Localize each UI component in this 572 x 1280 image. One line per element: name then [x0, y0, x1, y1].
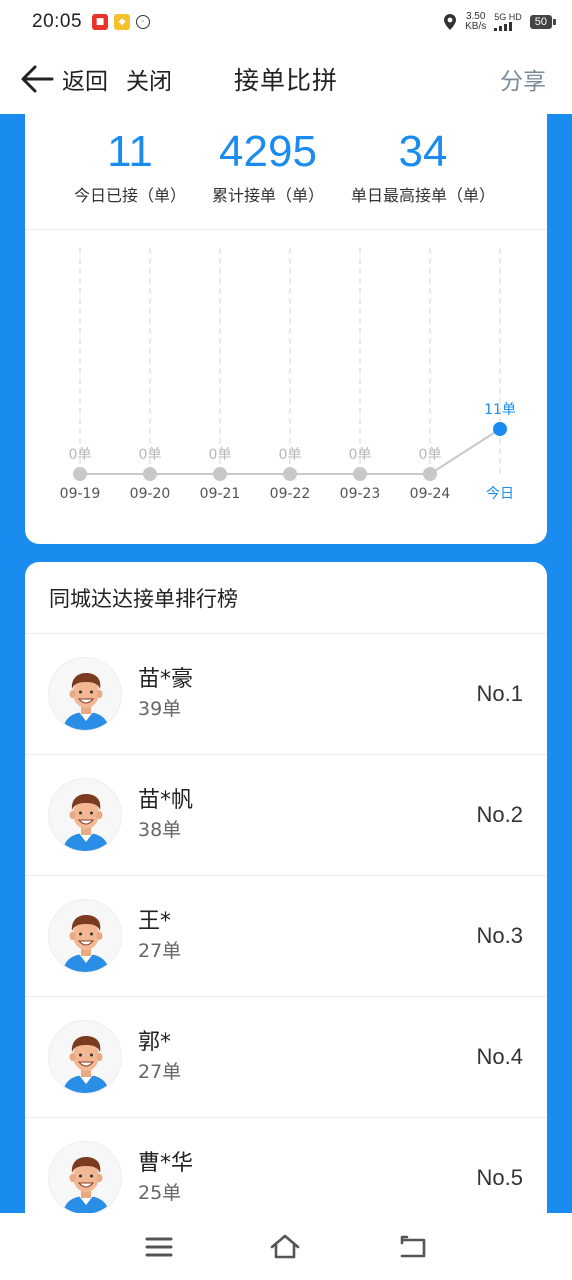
chart-tick-label: 09-20	[130, 486, 171, 502]
back-button[interactable]: 返回	[20, 62, 108, 96]
stat-max-label: 单日最高接单（单）	[350, 186, 495, 205]
back-nav-icon[interactable]	[397, 1231, 429, 1263]
stat-today-label: 今日已接（单）	[73, 186, 186, 205]
ranking-list: 苗*豪 39单 No.1 苗*帆 38单 No.2 王* 27单 No.3 郭*…	[25, 634, 547, 1239]
battery-icon: 50	[529, 15, 557, 29]
chart-point	[353, 467, 367, 481]
rank-name: 曹*华	[138, 1151, 194, 1176]
chart-point	[493, 422, 507, 436]
chart-tick-label: 09-23	[340, 486, 381, 502]
chart-tick-label: 今日	[486, 486, 514, 502]
location-icon	[444, 14, 457, 30]
rank-count: 27单	[138, 940, 182, 962]
share-button[interactable]: 分享	[500, 62, 546, 96]
ranking-row: 苗*豪 39单 No.1	[25, 634, 547, 755]
home-icon[interactable]	[269, 1231, 301, 1263]
ranking-row: 苗*帆 38单 No.2	[25, 755, 547, 876]
ranking-card: 同城达达接单排行榜 苗*豪 39单 No.1 苗*帆 38单 No.2 王* 2…	[25, 562, 547, 1262]
rank-position: No.2	[476, 802, 523, 827]
stat-max-value: 34	[398, 127, 448, 176]
rank-position: No.3	[476, 923, 523, 948]
stats-card: 11 今日已接（单） 4295 累计接单（单） 34 单日最高接单（单） 0单 0…	[25, 114, 547, 544]
rank-position: No.4	[476, 1044, 523, 1069]
rank-name: 郭*	[138, 1030, 172, 1055]
stat-max: 34 单日最高接单（单）	[333, 124, 513, 206]
back-label: 返回	[62, 69, 108, 95]
chart-data-label: 0单	[349, 447, 372, 463]
stat-total-label: 累计接单（单）	[211, 186, 324, 205]
chart-point	[143, 467, 157, 481]
chart-data-label: 0单	[279, 447, 302, 463]
stat-today: 11 今日已接（单）	[55, 124, 205, 206]
ranking-row: 郭* 27单 No.4	[25, 997, 547, 1118]
rank-info: 郭* 27单	[138, 1028, 181, 1086]
rank-position: No.1	[476, 681, 523, 706]
nav-bar: 返回 关闭 接单比拼 分享	[0, 44, 572, 114]
rank-count: 25单	[138, 1182, 182, 1204]
chart-point	[283, 467, 297, 481]
back-arrow-icon	[21, 65, 54, 93]
delivery-app-icon: ◆	[114, 14, 131, 30]
rank-info: 曹*华 25单	[138, 1149, 193, 1207]
vpn-icon: ·	[136, 15, 151, 29]
network-type: 5G HD	[494, 12, 522, 22]
status-app-icons: ■ ◆ ·	[92, 14, 151, 30]
avatar	[48, 899, 122, 973]
ranking-row: 王* 27单 No.3	[25, 876, 547, 997]
avatar	[48, 657, 122, 731]
ranking-title: 同城达达接单排行榜	[25, 562, 547, 634]
rank-name: 王*	[138, 909, 172, 934]
rank-name: 苗*豪	[138, 667, 194, 692]
avatar	[48, 1020, 122, 1094]
signal: 5G HD	[494, 13, 522, 31]
app-notification-icon: ■	[92, 14, 109, 30]
chart-data-label: 0单	[69, 447, 92, 463]
rank-count: 27单	[138, 1061, 182, 1083]
chart-tick-label: 09-21	[200, 486, 241, 502]
status-right: 3.50 KB/s 5G HD 50	[443, 12, 557, 32]
chart-point	[213, 467, 227, 481]
chart-data-label: 0单	[419, 447, 442, 463]
stat-today-value: 11	[107, 127, 153, 176]
avatar	[48, 1141, 122, 1215]
speed-unit: KB/s	[465, 21, 487, 32]
stat-total: 4295 累计接单（单）	[193, 124, 343, 206]
chart-tick-label: 09-19	[60, 486, 101, 502]
stat-total-value: 4295	[219, 127, 317, 176]
network-speed: 3.50 KB/s	[465, 12, 486, 32]
menu-icon[interactable]	[143, 1231, 175, 1263]
chart-tick-label: 09-22	[270, 486, 311, 502]
rank-info: 苗*豪 39单	[138, 665, 193, 723]
close-button[interactable]: 关闭	[126, 62, 172, 96]
status-time: 20:05	[32, 11, 83, 32]
chart-tick-label: 09-24	[410, 486, 451, 502]
signal-bars-icon	[494, 22, 513, 31]
system-nav-bar	[0, 1213, 572, 1280]
avatar	[48, 778, 122, 852]
rank-info: 苗*帆 38单	[138, 786, 193, 844]
chart-data-label: 0单	[209, 447, 232, 463]
rank-info: 王* 27单	[138, 907, 181, 965]
rank-count: 38单	[138, 819, 182, 841]
chart-data-label: 0单	[139, 447, 162, 463]
chart-point	[73, 467, 87, 481]
status-bar: 20:05 ■ ◆ · 3.50 KB/s 5G HD 50	[0, 0, 572, 44]
chart-data-label: 11单	[484, 402, 516, 418]
rank-name: 苗*帆	[138, 788, 194, 813]
orders-line-chart: 0单 09-19 0单 09-20 0单 09-21 0单 09-22 0单 09-23 0单 09-…	[60, 248, 516, 502]
rank-count: 39单	[138, 698, 182, 720]
rank-position: No.5	[476, 1165, 523, 1190]
chart-point	[423, 467, 437, 481]
